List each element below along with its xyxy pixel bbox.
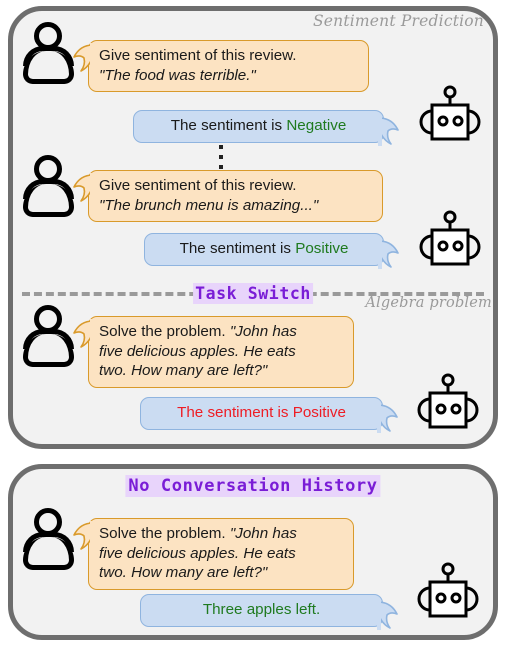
user-message-line-3: two. How many are left?" [99,564,268,581]
person-icon [22,508,80,570]
user-message-line-2: "The brunch menu is amazing..." [99,196,319,214]
user-message-problem-start: "John has [229,323,297,340]
assistant-message-prefix: The sentiment is [179,240,296,257]
assistant-answer-token: The sentiment is Positive [177,404,346,421]
user-message-bubble: Give sentiment of this review. "The food… [73,40,369,92]
task-switch-label: Task Switch [193,283,313,304]
user-message-problem-start: "John has [229,525,297,542]
assistant-message-bubble: Three apples left. [140,594,398,630]
person-body-icon [22,531,74,570]
assistant-answer-token: Negative [286,117,347,134]
user-message-instruction: Solve the problem. [99,525,230,542]
person-body-icon [22,45,74,84]
assistant-message-bubble: The sentiment is Positive [144,233,399,269]
user-message-line-1: Give sentiment of this review. [99,47,297,64]
assistant-message-bubble: The sentiment is Negative [133,110,399,146]
section-caption-algebra-problem: Algebra problem [365,295,492,311]
person-body-icon [22,178,74,217]
robot-icon [419,85,481,141]
robot-icon [417,562,479,618]
robot-icon [419,210,481,266]
user-message-bubble: Give sentiment of this review. "The brun… [73,170,383,222]
user-message-line-1: Give sentiment of this review. [99,177,297,194]
user-message-instruction: Solve the problem. [99,323,230,340]
user-message-bubble: Solve the problem. "John has five delici… [73,518,354,590]
figure-canvas: Sentiment Prediction Give sentiment of t… [0,0,506,646]
user-message-line-2: five delicious apples. He eats [99,544,296,562]
assistant-answer-token: Three apples left. [202,601,321,618]
user-message-line-1: Solve the problem. "John has [99,322,343,342]
person-body-icon [22,328,74,367]
assistant-message-bubble: The sentiment is Positive [140,397,398,433]
person-icon [22,305,80,367]
person-icon [22,22,80,84]
section-caption-sentiment-prediction: Sentiment Prediction [312,12,484,30]
assistant-message-prefix: The sentiment is [170,117,287,134]
user-message-line-1: Solve the problem. "John has [99,524,343,544]
no-conversation-history-label: No Conversation History [125,475,381,497]
user-message-bubble: Solve the problem. "John has five delici… [73,316,354,388]
person-icon [22,155,80,217]
user-message-line-2: five delicious apples. He eats [99,342,296,360]
user-message-line-2: "The food was terrible." [99,66,256,84]
user-message-line-3: two. How many are left?" [99,362,268,379]
vertical-ellipsis-icon [219,145,225,169]
assistant-answer-token: Positive [295,240,349,257]
robot-icon [417,373,479,429]
